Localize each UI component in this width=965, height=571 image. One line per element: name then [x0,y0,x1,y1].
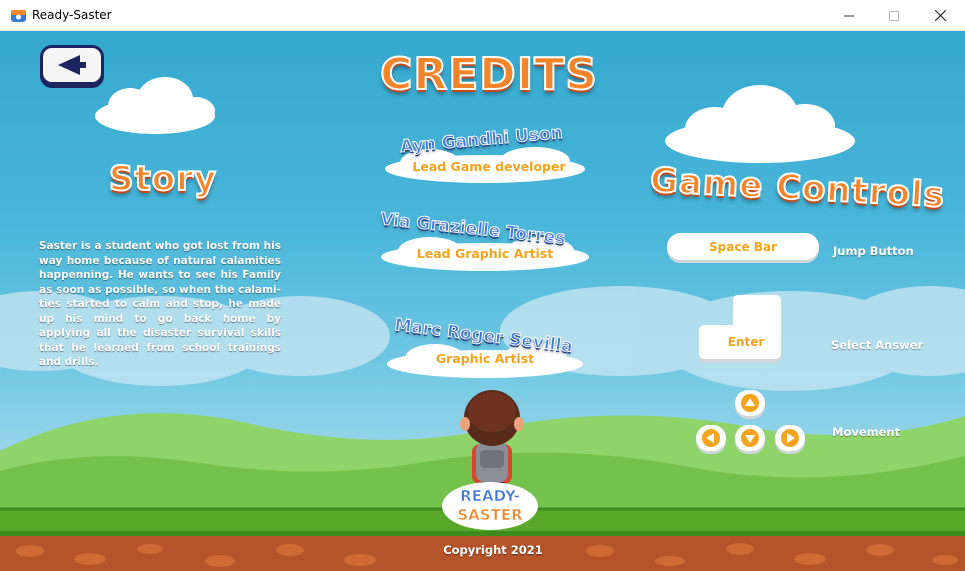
arrow-up-icon [741,394,759,412]
close-button[interactable] [917,0,963,31]
maximize-icon [889,10,899,21]
story-text: Saster is a student who got lost from hi… [39,240,281,368]
enter-key [699,295,781,363]
credit-role-1: Lead Game developer [412,159,566,174]
maximize-button[interactable] [871,0,917,31]
arrow-right-icon [781,429,799,447]
ready-saster-logo: READY- SASTER [442,482,538,530]
select-answer-label: Select Answer [831,338,924,352]
minimize-icon [844,15,854,16]
credit-role-2: Lead Graphic Artist [416,246,554,261]
window-title: Ready-Saster [32,8,112,22]
space-bar-key-label: Space Bar [709,239,777,254]
arrow-down-icon [741,429,759,447]
window-titlebar: Ready-Saster [0,0,965,31]
back-arrow-icon [58,55,86,75]
logo-text-top: READY- [460,487,520,505]
back-button[interactable] [40,45,104,85]
credits-title: CREDITS [379,48,598,101]
minimize-button[interactable] [826,0,872,31]
app-icon [11,10,26,22]
enter-key-label: Enter [727,335,765,349]
story-title: Story [108,158,218,200]
logo-text-bottom: SASTER [457,506,523,524]
arrow-left-icon [702,429,720,447]
space-bar-key: Space Bar [667,233,819,260]
arrow-up-key [735,390,765,416]
jump-button-label: Jump Button [833,244,914,258]
arrow-down-key [735,425,765,451]
close-icon [934,10,946,21]
movement-label: Movement [832,425,901,439]
arrow-right-key [775,425,805,451]
arrow-left-key [696,425,726,451]
credit-role-3: Graphic Artist [435,351,535,366]
copyright-text: Copyright 2021 [443,543,543,557]
credits-screen: CREDITS Story Game Controls Saster is a … [0,31,965,571]
